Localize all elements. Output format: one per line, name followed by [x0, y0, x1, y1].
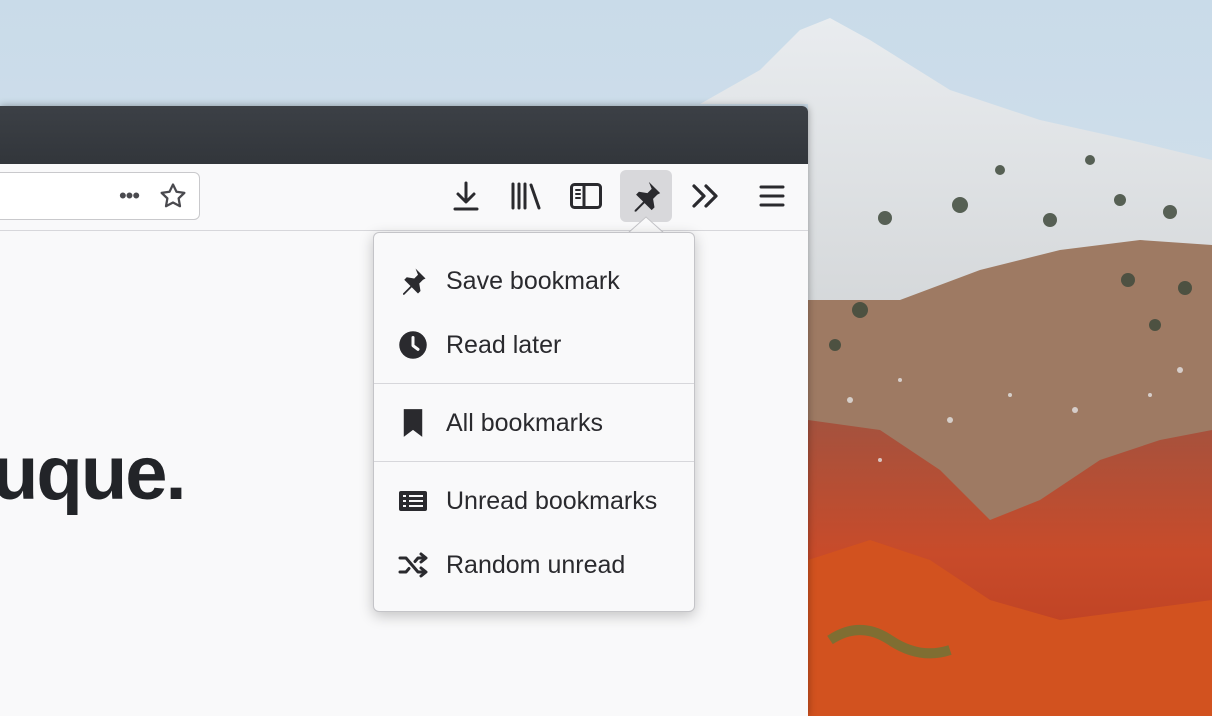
overflow-menu-button[interactable]	[680, 170, 732, 222]
page-actions-label: •••	[118, 183, 140, 208]
menu-item-label: All bookmarks	[446, 408, 603, 437]
downloads-button[interactable]	[440, 170, 492, 222]
bookmark-extension-popup: Save bookmark Read later All bookmarks U…	[373, 232, 695, 612]
download-icon	[453, 181, 479, 211]
menu-item-save-bookmark[interactable]: Save bookmark	[374, 251, 694, 311]
shuffle-icon	[398, 551, 428, 579]
pinboard-extension-button[interactable]	[620, 170, 672, 222]
star-icon	[160, 183, 186, 208]
bookmark-icon	[398, 409, 428, 437]
menu-item-label: Read later	[446, 330, 562, 359]
hamburger-menu-icon	[759, 185, 785, 207]
library-icon	[511, 182, 541, 210]
menu-separator	[374, 383, 694, 384]
sidebar-button[interactable]	[560, 170, 612, 222]
url-bar[interactable]: •••	[0, 172, 200, 220]
bookmark-star-button[interactable]	[155, 173, 191, 219]
pin-icon	[398, 267, 428, 295]
app-menu-button[interactable]	[746, 170, 798, 222]
pin-icon	[634, 181, 661, 212]
menu-item-label: Save bookmark	[446, 266, 620, 295]
page-actions-button[interactable]: •••	[109, 173, 149, 219]
list-icon	[398, 487, 428, 515]
menu-separator	[374, 461, 694, 462]
page-heading: uque.	[0, 431, 187, 516]
title-bar[interactable]	[0, 106, 808, 164]
library-button[interactable]	[500, 170, 552, 222]
menu-item-unread-bookmarks[interactable]: Unread bookmarks	[374, 471, 694, 531]
menu-item-read-later[interactable]: Read later	[374, 315, 694, 375]
overflow-chevrons-icon	[692, 184, 718, 208]
navigation-toolbar: •••	[0, 164, 808, 231]
menu-item-random-unread[interactable]: Random unread	[374, 535, 694, 595]
menu-item-label: Random unread	[446, 550, 626, 579]
menu-item-all-bookmarks[interactable]: All bookmarks	[374, 393, 694, 453]
sidebar-icon	[570, 183, 602, 209]
clock-icon	[398, 331, 428, 359]
menu-item-label: Unread bookmarks	[446, 486, 658, 515]
